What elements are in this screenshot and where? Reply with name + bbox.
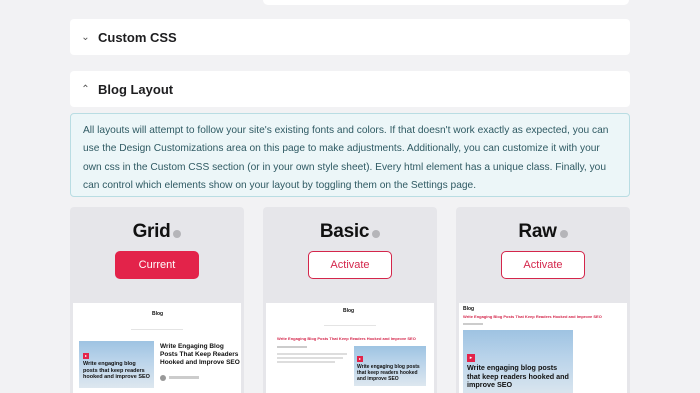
layout-preview-raw: Blog Write Engaging Blog Posts That Keep… — [459, 303, 627, 393]
activate-raw-button[interactable]: Activate — [501, 251, 585, 279]
preview-category-bar — [324, 325, 376, 326]
layout-preview-grid: Blog ▸ Write engaging blog posts that ke… — [73, 303, 241, 393]
preview-post-title: Write Engaging Blog Posts That Keep Read… — [277, 336, 416, 341]
preview-blog-title: Blog — [152, 311, 164, 317]
custom-css-section-title: Custom CSS — [98, 29, 177, 45]
preview-image-text: Write engaging blog posts that keep read… — [357, 364, 420, 382]
preview-excerpt-line — [277, 357, 343, 359]
chevron-up-icon: ⌃ — [81, 83, 90, 95]
current-layout-button[interactable]: Current — [115, 251, 199, 279]
blog-layout-section-title: Blog Layout — [98, 81, 174, 97]
preview-meta-bar — [277, 346, 307, 348]
preview-post-title: Write Engaging Blog Posts That Keep Read… — [160, 343, 240, 366]
layout-info-notice: All layouts will attempt to follow your … — [70, 113, 630, 197]
preview-avatar — [160, 375, 166, 381]
help-icon[interactable] — [559, 230, 568, 238]
preview-blog-title: Blog — [343, 308, 355, 314]
preview-excerpt-line — [277, 353, 347, 355]
preview-blog-title: Blog — [463, 306, 475, 312]
help-icon[interactable] — [372, 230, 381, 238]
activate-basic-button[interactable]: Activate — [308, 251, 392, 279]
preview-logo-icon: ▸ — [467, 354, 475, 362]
preview-logo-icon: ▸ — [83, 353, 89, 359]
layout-name: Grid — [70, 221, 244, 243]
custom-css-section-header[interactable]: ⌄ Custom CSS — [70, 19, 630, 55]
blog-layout-section-header[interactable]: ⌃ Blog Layout — [70, 71, 630, 107]
preview-post-image: ▸ Write engaging blog posts that keep re… — [463, 330, 573, 393]
layout-name: Raw — [456, 221, 630, 243]
preview-category-bar — [131, 329, 183, 330]
settings-panel-bottom-edge — [263, 0, 629, 5]
help-icon[interactable] — [173, 230, 182, 238]
layout-preview-basic: Blog Write Engaging Blog Posts That Keep… — [266, 303, 434, 393]
layout-card-basic: Basic Activate Blog Write Engaging Blog … — [263, 207, 437, 393]
preview-image-text: Write engaging blog posts that keep read… — [83, 361, 150, 380]
chevron-down-icon: ⌄ — [81, 31, 90, 43]
layout-card-raw: Raw Activate Blog Write Engaging Blog Po… — [456, 207, 630, 393]
preview-image-text: Write engaging blog posts that keep read… — [467, 363, 569, 390]
preview-post-title: Write Engaging Blog Posts That Keep Read… — [463, 314, 602, 319]
preview-meta-bar — [463, 323, 483, 325]
preview-excerpt-line — [277, 361, 335, 363]
preview-post-image: ▸ Write engaging blog posts that keep re… — [354, 346, 426, 386]
layout-card-grid: Grid Current Blog ▸ Write engaging blog … — [70, 207, 244, 393]
layout-name: Basic — [263, 221, 437, 243]
preview-logo-icon: ▸ — [357, 356, 363, 362]
preview-post-image: ▸ Write engaging blog posts that keep re… — [79, 341, 154, 388]
preview-meta-bar — [169, 376, 199, 379]
